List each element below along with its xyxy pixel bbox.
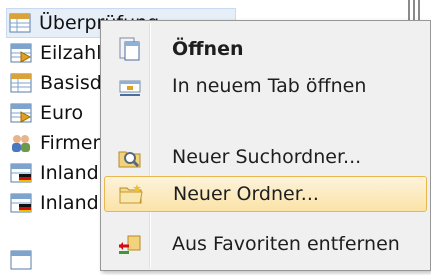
- new-folder-icon: [117, 180, 145, 208]
- search-folder-icon: [116, 143, 144, 171]
- table-arrow-icon: [10, 42, 32, 64]
- menu-item-label: Neuer Ordner...: [173, 183, 319, 205]
- menu-item-label: Neuer Suchordner...: [172, 146, 362, 168]
- menu-item-new-folder[interactable]: Neuer Ordner...: [104, 176, 427, 212]
- table-flag-icon: [10, 162, 32, 184]
- menu-item-label: Öffnen: [172, 38, 244, 60]
- menu-item-remove-favorite[interactable]: Aus Favoriten entfernen: [104, 226, 427, 262]
- menu-item-label: In neuem Tab öffnen: [172, 75, 367, 97]
- menu-item-new-search-folder[interactable]: Neuer Suchordner...: [104, 139, 427, 175]
- table-flag-icon: [10, 192, 32, 214]
- table-arrow-icon: [10, 102, 32, 124]
- tree-item-label: Inland: [40, 192, 99, 214]
- table-icon: [10, 249, 32, 271]
- menu-item-open[interactable]: Öffnen: [104, 31, 427, 67]
- table-icon: [9, 12, 31, 34]
- scrollbar-thumb[interactable]: [408, 0, 420, 22]
- new-tab-icon: [116, 72, 144, 100]
- menu-item-open-new-tab[interactable]: In neuem Tab öffnen: [104, 68, 427, 104]
- tree-item-label: Firmen: [40, 132, 105, 154]
- menu-item-label: Aus Favoriten entfernen: [172, 233, 400, 255]
- table-icon: [10, 72, 32, 94]
- people-icon: [10, 132, 32, 154]
- context-menu: Öffnen In neuem Tab öffnen Neuer Suchord…: [100, 20, 431, 271]
- remove-favorite-icon: [116, 230, 144, 258]
- open-icon: [116, 35, 144, 63]
- tree-item-label: Euro: [40, 102, 84, 124]
- tree-item-label: Inland: [40, 162, 99, 184]
